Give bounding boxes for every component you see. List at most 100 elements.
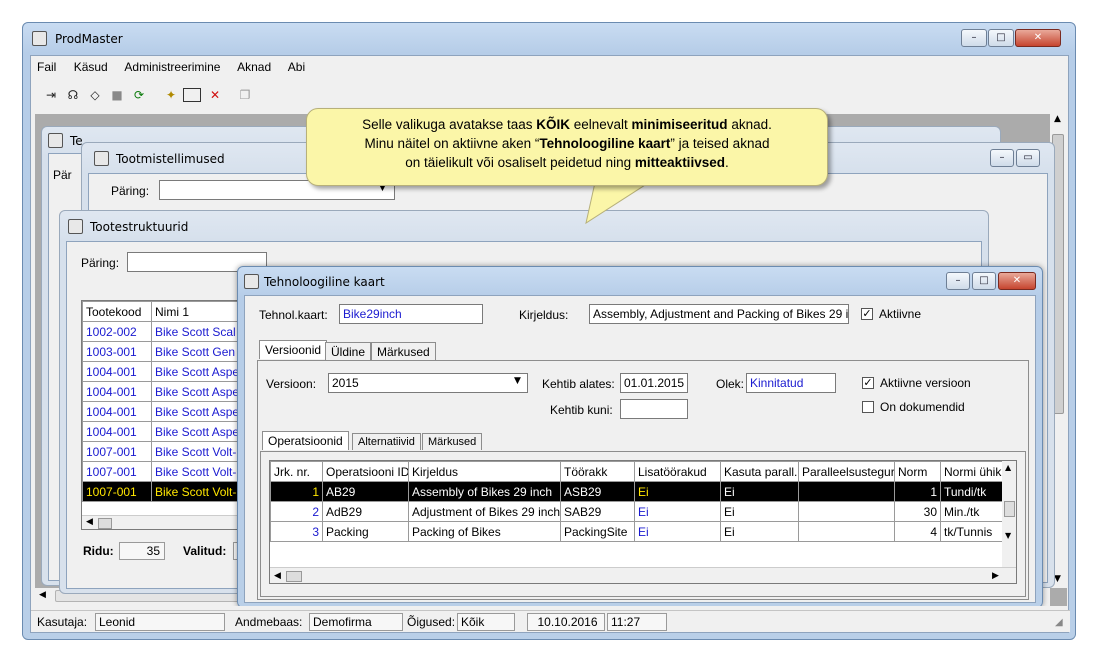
on-dokumendid-label: On dokumendid <box>880 400 965 414</box>
tab-versioonid[interactable]: Versioonid <box>259 340 328 359</box>
resize-grip-icon[interactable]: ◢ <box>1055 617 1063 628</box>
andmebaas-label: Andmebaas: <box>235 615 303 629</box>
add-record-icon[interactable]: ⇥ <box>41 85 61 105</box>
grid-horizontal-scrollbar[interactable]: ◀ ▶ <box>270 567 1016 583</box>
column-header[interactable]: Kirjeldus <box>408 461 561 482</box>
kehtib-kuni-field[interactable] <box>620 399 688 419</box>
aktiivne-checkbox[interactable]: ✓ <box>861 308 873 320</box>
tootestruktuurid-title: Tootestruktuurid <box>90 220 189 234</box>
maximize-button[interactable]: □ <box>972 272 996 290</box>
olek-field[interactable]: Kinnitatud <box>746 373 836 393</box>
window-icon <box>48 133 63 148</box>
tehnol-kaart-field[interactable]: Bike29inch <box>339 304 483 324</box>
column-header[interactable]: Kasuta parall. <box>720 461 799 482</box>
menu-fail[interactable]: Fail <box>37 60 56 74</box>
menu-abi[interactable]: Abi <box>288 60 305 74</box>
column-header[interactable]: Paralleelsustegur <box>798 461 895 482</box>
new-folder-icon[interactable]: ✦ <box>161 85 181 105</box>
paring-label: Päring: <box>81 256 120 270</box>
column-header[interactable]: Töörakk <box>560 461 635 482</box>
scroll-down-icon[interactable]: ▼ <box>1005 531 1011 540</box>
scroll-down-icon[interactable]: ▼ <box>1054 574 1061 584</box>
menu-administreerimine[interactable]: Administreerimine <box>124 60 220 74</box>
scroll-thumb[interactable] <box>1004 501 1015 517</box>
tab-markused-sub[interactable]: Märkused <box>422 433 483 450</box>
refresh-icon[interactable]: ⟳ <box>129 85 149 105</box>
operations-grid: Jrk. nr. Operatsiooni ID Kirjeldus Tööra… <box>269 460 1017 584</box>
close-button[interactable]: ✕ <box>1015 29 1061 47</box>
tehnokaart-title: Tehnoloogiline kaart <box>264 275 385 289</box>
column-header[interactable]: Tootekood <box>82 301 152 322</box>
tootmistellimused-title: Tootmistellimused <box>116 152 225 166</box>
callout-tail <box>585 177 658 225</box>
menu-kasud[interactable]: Käsud <box>74 60 108 74</box>
restore-windows-icon[interactable] <box>183 88 201 102</box>
status-bar: Kasutaja: Leonid Andmebaas: Demofirma Õi… <box>31 610 1070 632</box>
table-row[interactable]: 2 AdB29 Adjustment of Bikes 29 inch SAB2… <box>270 501 1011 522</box>
stop-icon[interactable]: ■ <box>107 85 127 105</box>
maximize-button[interactable]: □ <box>988 29 1014 47</box>
minimize-button[interactable]: – <box>961 29 987 47</box>
ridu-label: Ridu: <box>83 544 114 558</box>
eraser-icon[interactable]: ◇ <box>85 85 105 105</box>
table-row[interactable]: 3 Packing Packing of Bikes PackingSite E… <box>270 521 1011 542</box>
valitud-label: Valitud: <box>183 544 227 558</box>
grid-vertical-scrollbar[interactable]: ▲ ▼ <box>1002 461 1016 567</box>
scroll-left-icon[interactable]: ◀ <box>39 590 46 600</box>
versioon-label: Versioon: <box>266 377 317 391</box>
tab-operatsioonid[interactable]: Operatsioonid <box>262 431 349 450</box>
scroll-left-icon[interactable]: ◀ <box>274 571 281 581</box>
column-header[interactable]: Operatsiooni ID <box>322 461 409 482</box>
tehnol-kaart-label: Tehnol.kaart: <box>259 308 328 322</box>
scroll-up-icon[interactable]: ▲ <box>1005 463 1011 472</box>
scroll-left-icon[interactable]: ◀ <box>86 517 93 527</box>
callout-line-1: Selle valikuga avatakse taas KÕIK eelnev… <box>362 117 772 132</box>
app-icon <box>32 31 47 46</box>
ridu-value: 35 <box>119 542 165 560</box>
callout-line-2: Minu näitel on aktiivne aken “Tehnoloogi… <box>364 136 770 151</box>
on-dokumendid-checkbox[interactable] <box>862 401 874 413</box>
menu-bar: Fail Käsud Administreerimine Aknad Abi <box>37 60 319 74</box>
kirjeldus-field[interactable]: Assembly, Adjustment and Packing of Bike… <box>589 304 849 324</box>
column-header[interactable]: Normi ühik <box>940 461 1011 482</box>
menu-aknad[interactable]: Aknad <box>237 60 271 74</box>
restore-button[interactable]: ▭ <box>1016 149 1040 167</box>
app-title: ProdMaster <box>55 32 123 46</box>
aktiivne-versioon-checkbox[interactable]: ✓ <box>862 377 874 389</box>
chevron-down-icon[interactable]: ▼ <box>514 376 521 386</box>
versioon-select[interactable]: 2015 <box>328 373 528 393</box>
column-header[interactable]: Norm <box>894 461 941 482</box>
kehtib-alates-field[interactable]: 01.01.2015 <box>620 373 688 393</box>
callout-line-3: on täielikult või osaliselt peidetud nin… <box>405 155 729 170</box>
aktiivne-versioon-label: Aktiivne versioon <box>880 376 971 390</box>
tab-markused[interactable]: Märkused <box>371 342 436 361</box>
operations-table: Jrk. nr. Operatsiooni ID Kirjeldus Tööra… <box>270 461 1011 542</box>
tehnokaart-window[interactable]: Tehnoloogiline kaart – □ ✕ Tehnol.kaart:… <box>237 266 1043 606</box>
bg-window-1-label: Pär <box>53 168 72 182</box>
callout-bubble: Selle valikuga avatakse taas KÕIK eelnev… <box>306 108 828 186</box>
close-window-icon[interactable]: ✕ <box>205 85 225 105</box>
scroll-up-icon[interactable]: ▲ <box>1054 114 1061 124</box>
tab-uldine[interactable]: Üldine <box>325 342 372 361</box>
column-header[interactable]: Lisatöörakud <box>634 461 721 482</box>
minimize-button[interactable]: – <box>990 149 1014 167</box>
hscroll-thumb[interactable] <box>286 571 302 582</box>
oigused-label: Õigused: <box>407 615 456 629</box>
status-date: 10.10.2016 <box>527 613 605 631</box>
table-row-selected[interactable]: 1 AB29 Assembly of Bikes 29 inch ASB29 E… <box>270 481 1011 502</box>
andmebaas-value: Demofirma <box>309 613 403 631</box>
olek-label: Olek: <box>716 377 745 391</box>
window-icon <box>244 274 259 289</box>
binoculars-icon[interactable]: ☊ <box>63 85 83 105</box>
copy-icon[interactable]: ❐ <box>235 85 255 105</box>
kehtib-alates-label: Kehtib alates: <box>542 377 615 391</box>
close-button[interactable]: ✕ <box>998 272 1036 290</box>
minimize-button[interactable]: – <box>946 272 970 290</box>
column-header[interactable]: Jrk. nr. <box>270 461 323 482</box>
operatsioonid-panel: Jrk. nr. Operatsiooni ID Kirjeldus Tööra… <box>260 451 1026 597</box>
hscroll-thumb[interactable] <box>98 518 112 529</box>
kasutaja-label: Kasutaja: <box>37 615 88 629</box>
oigused-value: Kõik <box>457 613 515 631</box>
tab-alternatiivid[interactable]: Alternatiivid <box>352 433 421 450</box>
scroll-right-icon[interactable]: ▶ <box>992 571 999 581</box>
